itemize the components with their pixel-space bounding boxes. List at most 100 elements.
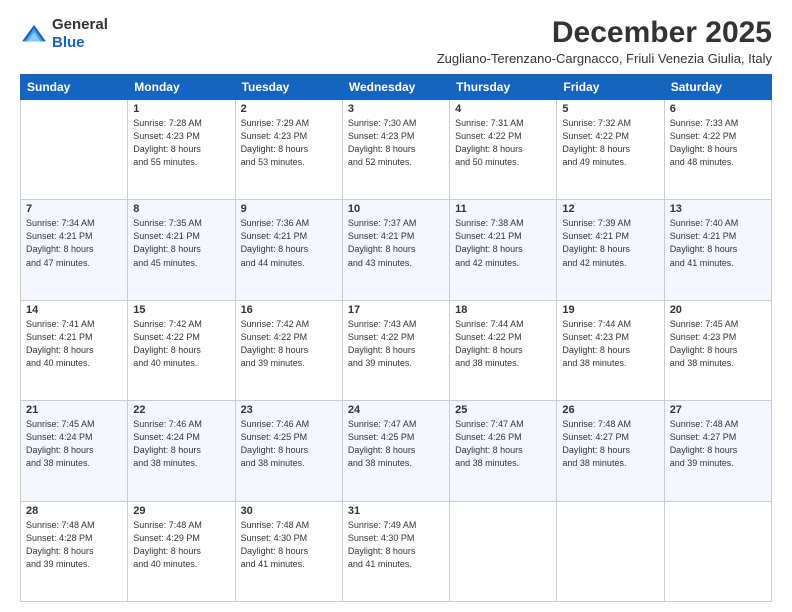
table-row: 12Sunrise: 7:39 AM Sunset: 4:21 PM Dayli… <box>557 200 664 300</box>
calendar-header-row: Sunday Monday Tuesday Wednesday Thursday… <box>21 75 772 100</box>
day-number: 22 <box>133 404 229 416</box>
day-info: Sunrise: 7:47 AM Sunset: 4:26 PM Dayligh… <box>455 418 551 470</box>
logo: General Blue <box>20 16 108 52</box>
day-number: 30 <box>241 505 337 517</box>
day-number: 13 <box>670 203 766 215</box>
calendar-week-row: 28Sunrise: 7:48 AM Sunset: 4:28 PM Dayli… <box>21 501 772 601</box>
logo-general: General <box>52 16 108 33</box>
day-number: 21 <box>26 404 122 416</box>
day-number: 19 <box>562 304 658 316</box>
table-row <box>21 100 128 200</box>
day-info: Sunrise: 7:41 AM Sunset: 4:21 PM Dayligh… <box>26 318 122 370</box>
day-number: 15 <box>133 304 229 316</box>
subtitle: Zugliano-Terenzano-Cargnacco, Friuli Ven… <box>437 51 772 66</box>
day-number: 18 <box>455 304 551 316</box>
table-row: 30Sunrise: 7:48 AM Sunset: 4:30 PM Dayli… <box>235 501 342 601</box>
day-info: Sunrise: 7:44 AM Sunset: 4:22 PM Dayligh… <box>455 318 551 370</box>
table-row: 28Sunrise: 7:48 AM Sunset: 4:28 PM Dayli… <box>21 501 128 601</box>
table-row: 22 Sunrise: 7:46 AM Sunset: 4:24 PM Dayli… <box>128 401 235 501</box>
table-row: 27Sunrise: 7:48 AM Sunset: 4:27 PM Dayli… <box>664 401 771 501</box>
page: General Blue December 2025 Zugliano-Tere… <box>0 0 792 612</box>
day-info: Sunrise: 7:37 AM Sunset: 4:21 PM Dayligh… <box>348 217 444 269</box>
table-row: 13 Sunrise: 7:40 AM Sunset: 4:21 PM Dayli… <box>664 200 771 300</box>
table-row: 2 Sunrise: 7:29 AM Sunset: 4:23 PM Daylig… <box>235 100 342 200</box>
day-info: Sunrise: 7:28 AM Sunset: 4:23 PM Dayligh… <box>133 117 229 169</box>
logo-icon <box>20 23 48 45</box>
table-row: 8Sunrise: 7:35 AM Sunset: 4:21 PM Daylig… <box>128 200 235 300</box>
day-info: Sunrise: 7:48 AM Sunset: 4:29 PM Dayligh… <box>133 519 229 571</box>
day-number: 2 <box>241 103 337 115</box>
col-thursday: Thursday <box>450 75 557 100</box>
table-row: 18 Sunrise: 7:44 AM Sunset: 4:22 PM Dayli… <box>450 300 557 400</box>
day-info: Sunrise: 7:30 AM Sunset: 4:23 PM Dayligh… <box>348 117 444 169</box>
logo-text: General Blue <box>52 16 108 52</box>
day-number: 6 <box>670 103 766 115</box>
day-number: 8 <box>133 203 229 215</box>
day-number: 5 <box>562 103 658 115</box>
day-info: Sunrise: 7:36 AM Sunset: 4:21 PM Dayligh… <box>241 217 337 269</box>
table-row: 11Sunrise: 7:38 AM Sunset: 4:21 PM Dayli… <box>450 200 557 300</box>
day-number: 4 <box>455 103 551 115</box>
table-row: 21 Sunrise: 7:45 AM Sunset: 4:24 PM Dayli… <box>21 401 128 501</box>
logo-blue: Blue <box>52 34 85 51</box>
day-number: 20 <box>670 304 766 316</box>
table-row <box>557 501 664 601</box>
day-number: 1 <box>133 103 229 115</box>
day-number: 10 <box>348 203 444 215</box>
table-row: 5 Sunrise: 7:32 AM Sunset: 4:22 PM Daylig… <box>557 100 664 200</box>
day-number: 25 <box>455 404 551 416</box>
day-info: Sunrise: 7:29 AM Sunset: 4:23 PM Dayligh… <box>241 117 337 169</box>
table-row: 6Sunrise: 7:33 AM Sunset: 4:22 PM Daylig… <box>664 100 771 200</box>
day-info: Sunrise: 7:34 AM Sunset: 4:21 PM Dayligh… <box>26 217 122 269</box>
day-number: 11 <box>455 203 551 215</box>
table-row: 14 Sunrise: 7:41 AM Sunset: 4:21 PM Dayli… <box>21 300 128 400</box>
day-info: Sunrise: 7:31 AM Sunset: 4:22 PM Dayligh… <box>455 117 551 169</box>
table-row: 10 Sunrise: 7:37 AM Sunset: 4:21 PM Dayli… <box>342 200 449 300</box>
day-info: Sunrise: 7:45 AM Sunset: 4:23 PM Dayligh… <box>670 318 766 370</box>
day-number: 28 <box>26 505 122 517</box>
day-info: Sunrise: 7:42 AM Sunset: 4:22 PM Dayligh… <box>241 318 337 370</box>
day-info: Sunrise: 7:43 AM Sunset: 4:22 PM Dayligh… <box>348 318 444 370</box>
table-row: 29 Sunrise: 7:48 AM Sunset: 4:29 PM Dayli… <box>128 501 235 601</box>
day-number: 7 <box>26 203 122 215</box>
day-number: 3 <box>348 103 444 115</box>
calendar-table: Sunday Monday Tuesday Wednesday Thursday… <box>20 74 772 602</box>
day-number: 29 <box>133 505 229 517</box>
title-block: December 2025 Zugliano-Terenzano-Cargnac… <box>437 16 772 66</box>
table-row: 16 Sunrise: 7:42 AM Sunset: 4:22 PM Dayli… <box>235 300 342 400</box>
day-info: Sunrise: 7:49 AM Sunset: 4:30 PM Dayligh… <box>348 519 444 571</box>
table-row: 19Sunrise: 7:44 AM Sunset: 4:23 PM Dayli… <box>557 300 664 400</box>
calendar-week-row: 7 Sunrise: 7:34 AM Sunset: 4:21 PM Daylig… <box>21 200 772 300</box>
day-number: 26 <box>562 404 658 416</box>
table-row: 17Sunrise: 7:43 AM Sunset: 4:22 PM Dayli… <box>342 300 449 400</box>
calendar-week-row: 21 Sunrise: 7:45 AM Sunset: 4:24 PM Dayli… <box>21 401 772 501</box>
day-number: 9 <box>241 203 337 215</box>
day-number: 27 <box>670 404 766 416</box>
col-tuesday: Tuesday <box>235 75 342 100</box>
day-info: Sunrise: 7:46 AM Sunset: 4:24 PM Dayligh… <box>133 418 229 470</box>
header-row: General Blue December 2025 Zugliano-Tere… <box>20 16 772 66</box>
table-row: 20 Sunrise: 7:45 AM Sunset: 4:23 PM Dayli… <box>664 300 771 400</box>
col-friday: Friday <box>557 75 664 100</box>
table-row: 25 Sunrise: 7:47 AM Sunset: 4:26 PM Dayli… <box>450 401 557 501</box>
day-number: 14 <box>26 304 122 316</box>
col-sunday: Sunday <box>21 75 128 100</box>
day-number: 23 <box>241 404 337 416</box>
day-number: 16 <box>241 304 337 316</box>
day-number: 31 <box>348 505 444 517</box>
table-row: 1 Sunrise: 7:28 AM Sunset: 4:23 PM Daylig… <box>128 100 235 200</box>
calendar-week-row: 14 Sunrise: 7:41 AM Sunset: 4:21 PM Dayli… <box>21 300 772 400</box>
col-saturday: Saturday <box>664 75 771 100</box>
table-row: 15Sunrise: 7:42 AM Sunset: 4:22 PM Dayli… <box>128 300 235 400</box>
day-number: 24 <box>348 404 444 416</box>
table-row: 7 Sunrise: 7:34 AM Sunset: 4:21 PM Daylig… <box>21 200 128 300</box>
day-info: Sunrise: 7:39 AM Sunset: 4:21 PM Dayligh… <box>562 217 658 269</box>
table-row: 23Sunrise: 7:46 AM Sunset: 4:25 PM Dayli… <box>235 401 342 501</box>
table-row: 3 Sunrise: 7:30 AM Sunset: 4:23 PM Daylig… <box>342 100 449 200</box>
table-row <box>664 501 771 601</box>
day-info: Sunrise: 7:47 AM Sunset: 4:25 PM Dayligh… <box>348 418 444 470</box>
day-info: Sunrise: 7:32 AM Sunset: 4:22 PM Dayligh… <box>562 117 658 169</box>
day-info: Sunrise: 7:40 AM Sunset: 4:21 PM Dayligh… <box>670 217 766 269</box>
col-wednesday: Wednesday <box>342 75 449 100</box>
day-info: Sunrise: 7:45 AM Sunset: 4:24 PM Dayligh… <box>26 418 122 470</box>
